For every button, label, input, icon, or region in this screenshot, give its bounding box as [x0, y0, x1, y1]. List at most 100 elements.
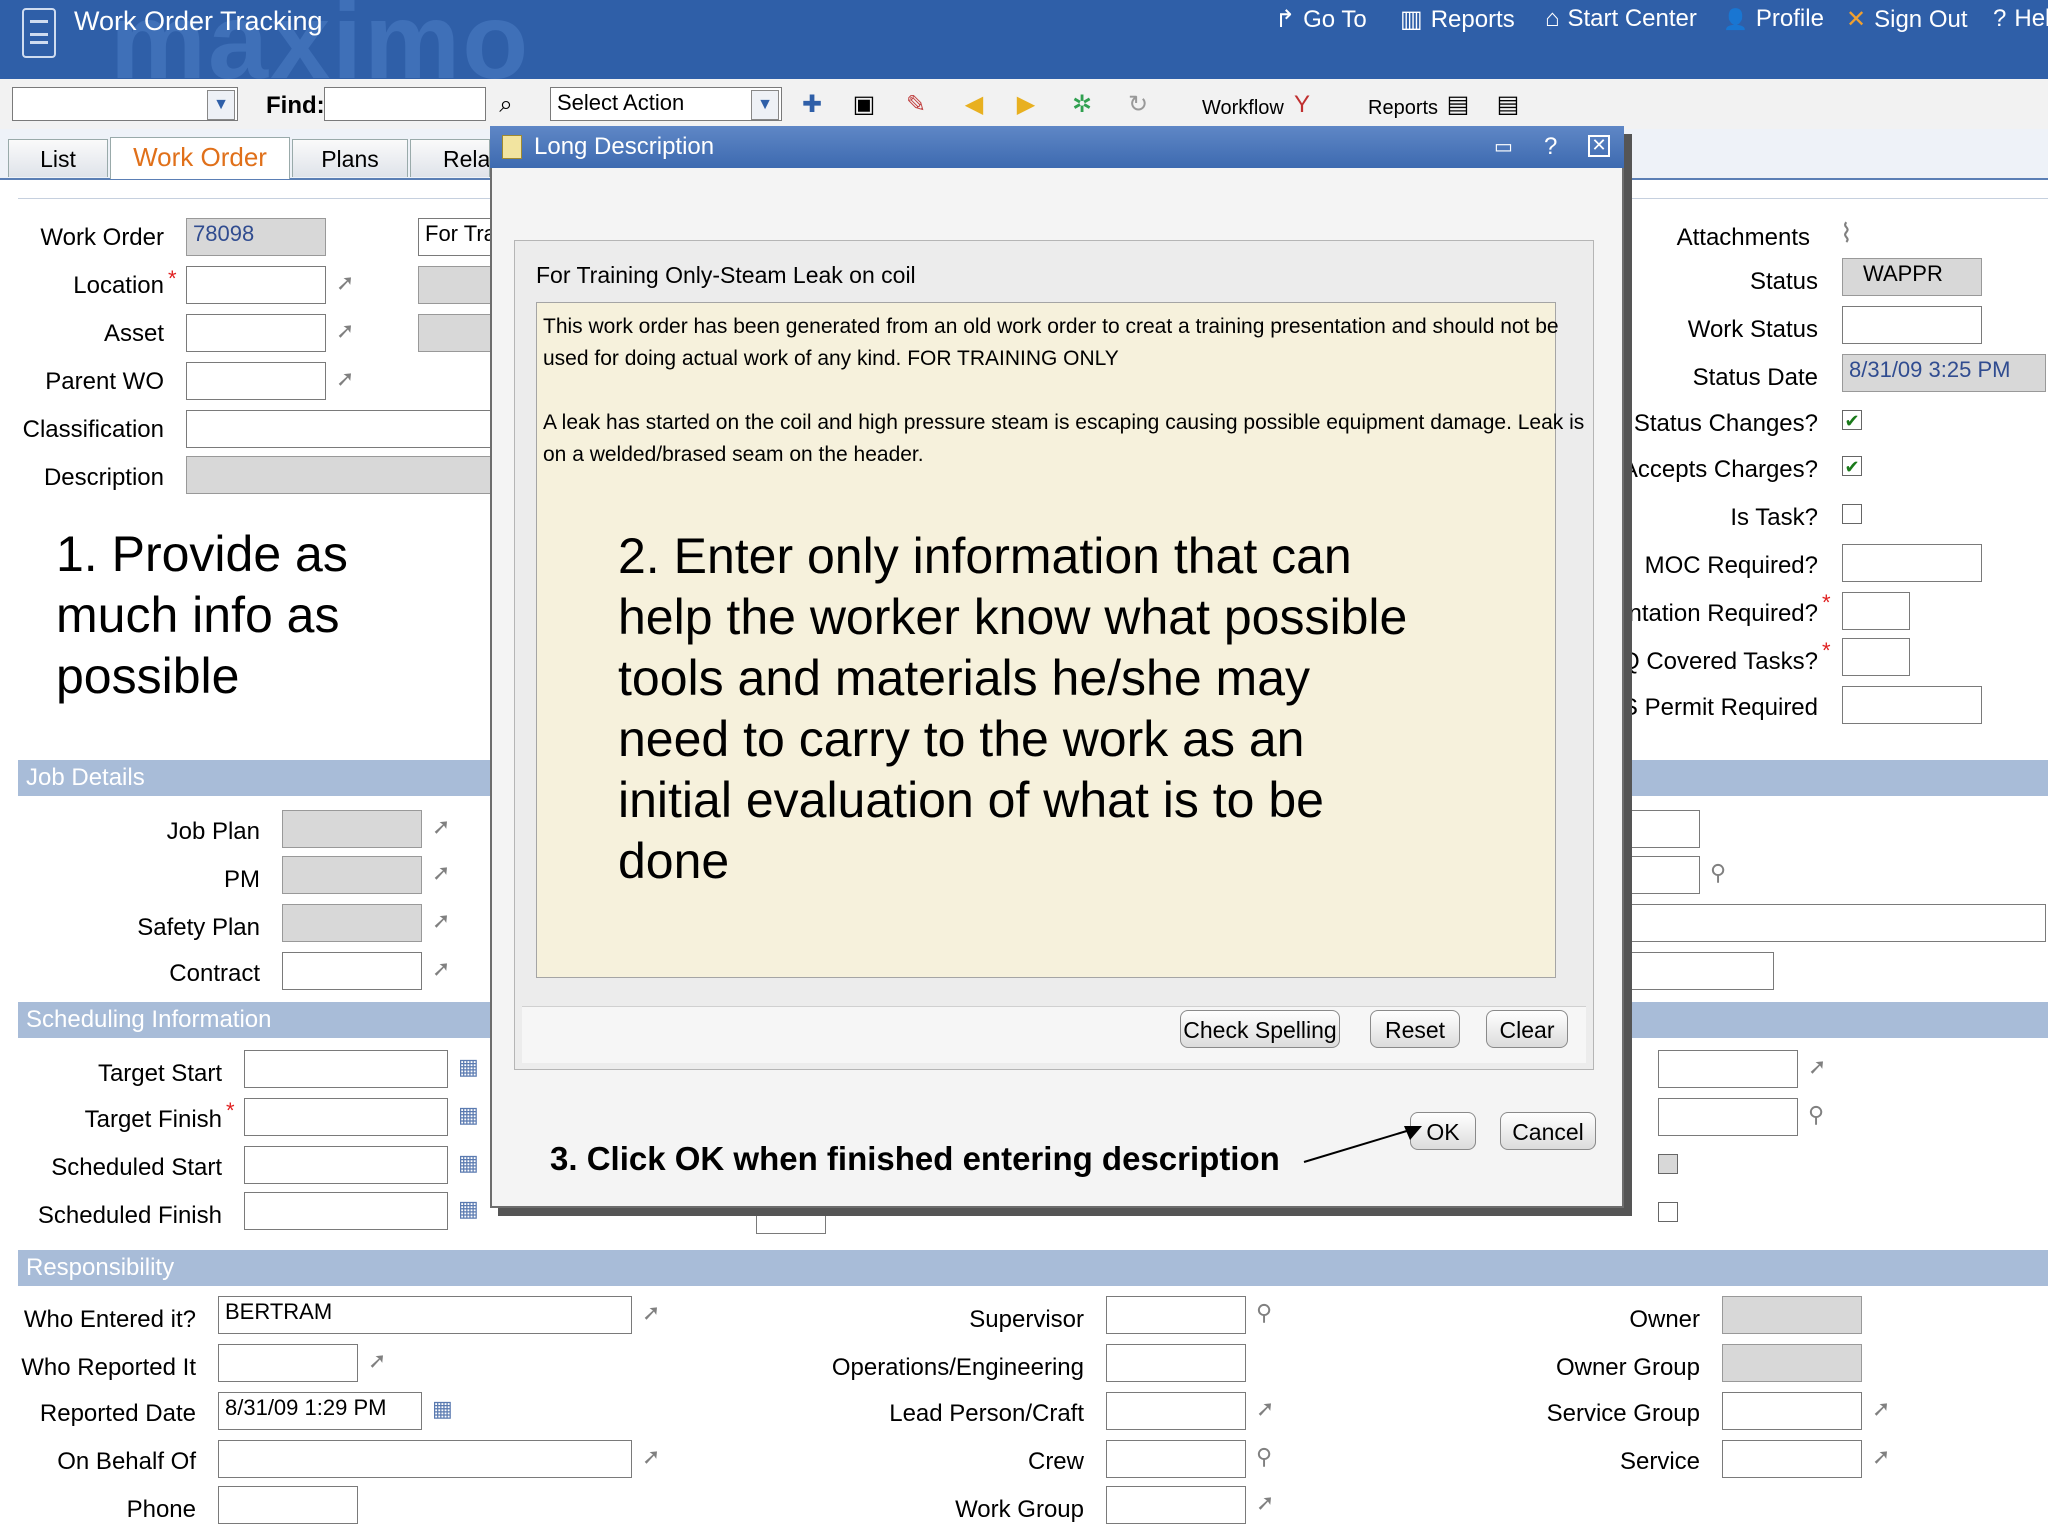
magnifier-icon[interactable]: ⚲ — [1710, 860, 1726, 886]
target-start-field[interactable] — [244, 1050, 448, 1088]
new-record-icon[interactable]: ✚ — [798, 91, 826, 119]
cancel-button[interactable]: Cancel — [1500, 1112, 1596, 1150]
parent-wo-field[interactable] — [186, 362, 326, 400]
on-behalf-field[interactable] — [218, 1440, 632, 1478]
next-arrow-icon[interactable]: ▶ — [1012, 91, 1040, 119]
detail-menu-icon[interactable]: ➚ — [336, 366, 354, 392]
detail-menu-icon[interactable]: ➚ — [336, 318, 354, 344]
location-field[interactable] — [186, 266, 326, 304]
asset-field[interactable] — [186, 314, 326, 352]
job-plan-field[interactable] — [282, 810, 422, 848]
scheduled-start-field[interactable] — [244, 1146, 448, 1184]
detail-menu-icon[interactable]: ➚ — [432, 908, 450, 934]
paperclip-icon[interactable]: ⌇ — [1840, 218, 1853, 249]
save-icon[interactable]: ▣ — [850, 91, 878, 119]
classification-field[interactable] — [186, 410, 494, 448]
reset-button[interactable]: Reset — [1370, 1010, 1460, 1048]
profile-link[interactable]: 👤 Profile — [1723, 5, 1824, 33]
lead-field[interactable] — [1106, 1392, 1246, 1430]
time-remaining-field[interactable] — [756, 1210, 826, 1234]
magnifier-icon[interactable]: ⚲ — [1256, 1444, 1272, 1470]
covered-tasks-field[interactable] — [1842, 638, 1910, 676]
owner-group-field[interactable] — [1722, 1344, 1862, 1382]
detail-menu-icon[interactable]: ➚ — [642, 1300, 660, 1326]
report-icon[interactable]: ▤ — [1444, 91, 1472, 119]
route-icon[interactable]: ↻ — [1124, 91, 1152, 119]
help-link[interactable]: ? Hel — [1993, 5, 2048, 33]
help-icon[interactable]: ? — [1544, 126, 1557, 168]
reports-toolbar-label[interactable]: Reports — [1368, 97, 1438, 120]
binoculars-icon[interactable]: ⌕ — [492, 91, 520, 119]
tab-work-order[interactable]: Work Order — [110, 137, 290, 179]
eraser-icon[interactable]: ✎ — [902, 91, 930, 119]
calendar-icon[interactable]: ▦ — [458, 1054, 479, 1080]
select-action-dropdown[interactable]: Select Action ▼ — [550, 87, 782, 121]
query-select[interactable]: ▼ — [12, 87, 238, 121]
detail-menu-icon[interactable]: ➚ — [432, 956, 450, 982]
tab-list[interactable]: List — [8, 139, 108, 177]
detail-menu-icon[interactable]: ➚ — [432, 814, 450, 840]
previous-arrow-icon[interactable]: ◀ — [960, 91, 988, 119]
moc-required-field[interactable] — [1842, 544, 1982, 582]
magnifier-icon[interactable]: ⚲ — [1808, 1102, 1824, 1128]
accepts-charges-checkbox[interactable]: ✔ — [1842, 456, 1862, 477]
operations-field[interactable] — [1106, 1344, 1246, 1382]
description-field[interactable] — [186, 456, 494, 494]
is-task-checkbox[interactable] — [1842, 504, 1862, 524]
close-icon[interactable]: ✕ — [1588, 135, 1610, 157]
check-spelling-button[interactable]: Check Spelling — [1180, 1010, 1340, 1048]
target-finish-field[interactable] — [244, 1098, 448, 1136]
start-center-link[interactable]: ⌂ Start Center — [1545, 5, 1697, 33]
status-changes-checkbox[interactable]: ✔ — [1842, 410, 1862, 431]
job-details-right-field[interactable] — [1630, 856, 1700, 894]
sign-out-link[interactable]: ✕ Sign Out — [1846, 5, 1968, 34]
scheduling-checkbox[interactable] — [1658, 1154, 1678, 1174]
safety-plan-field[interactable] — [282, 904, 422, 942]
detail-menu-icon[interactable]: ➚ — [1872, 1396, 1890, 1422]
detail-menu-icon[interactable]: ➚ — [432, 860, 450, 886]
phone-field[interactable] — [218, 1486, 358, 1524]
detail-menu-icon[interactable]: ➚ — [368, 1348, 386, 1374]
tab-related[interactable]: Relat — [410, 139, 490, 177]
scheduling-right-field[interactable] — [1658, 1098, 1798, 1136]
tab-plans[interactable]: Plans — [292, 139, 408, 177]
contract-field[interactable] — [282, 952, 422, 990]
job-details-right-field[interactable] — [1630, 810, 1700, 848]
interruptible-checkbox[interactable] — [1658, 1202, 1678, 1222]
refresh-icon[interactable]: ✲ — [1068, 91, 1096, 119]
owner-field[interactable] — [1722, 1296, 1862, 1334]
job-details-right-field[interactable] — [1630, 952, 1774, 990]
calendar-icon[interactable]: ▦ — [458, 1196, 479, 1222]
service-field[interactable] — [1722, 1440, 1862, 1478]
minimize-icon[interactable]: ▭ — [1494, 126, 1513, 168]
detail-menu-icon[interactable]: ➚ — [336, 270, 354, 296]
workflow-icon[interactable]: Y — [1288, 91, 1316, 119]
pm-field[interactable] — [282, 856, 422, 894]
work-group-field[interactable] — [1106, 1486, 1246, 1524]
status-field[interactable]: WAPPR — [1842, 258, 1982, 296]
job-details-right-field[interactable] — [1630, 904, 2046, 942]
magnifier-icon[interactable]: ⚲ — [1256, 1300, 1272, 1326]
calendar-icon[interactable]: ▦ — [432, 1396, 453, 1422]
report-list-icon[interactable]: ▤ — [1494, 91, 1522, 119]
scheduled-finish-field[interactable] — [244, 1192, 448, 1230]
find-input[interactable] — [324, 87, 486, 121]
clear-button[interactable]: Clear — [1486, 1010, 1568, 1048]
calendar-icon[interactable]: ▦ — [458, 1102, 479, 1128]
scheduling-right-field[interactable] — [1658, 1050, 1798, 1088]
calendar-icon[interactable]: ▦ — [458, 1150, 479, 1176]
status-date-field[interactable]: 8/31/09 3:25 PM — [1842, 354, 2046, 392]
who-reported-field[interactable] — [218, 1344, 358, 1382]
permit-required-field[interactable] — [1842, 686, 1982, 724]
reported-date-field[interactable]: 8/31/09 1:29 PM — [218, 1392, 422, 1430]
detail-menu-icon[interactable]: ➚ — [1872, 1444, 1890, 1470]
detail-menu-icon[interactable]: ➚ — [1256, 1490, 1274, 1516]
workflow-label[interactable]: Workflow — [1202, 97, 1284, 120]
who-entered-field[interactable]: BERTRAM — [218, 1296, 632, 1334]
work-order-field[interactable]: 78098 — [186, 218, 326, 256]
work-status-field[interactable] — [1842, 306, 1982, 344]
documentation-required-field[interactable] — [1842, 592, 1910, 630]
reports-link[interactable]: ▥ Reports — [1400, 5, 1515, 34]
go-to-link[interactable]: ↱ Go To — [1275, 5, 1367, 34]
service-group-field[interactable] — [1722, 1392, 1862, 1430]
